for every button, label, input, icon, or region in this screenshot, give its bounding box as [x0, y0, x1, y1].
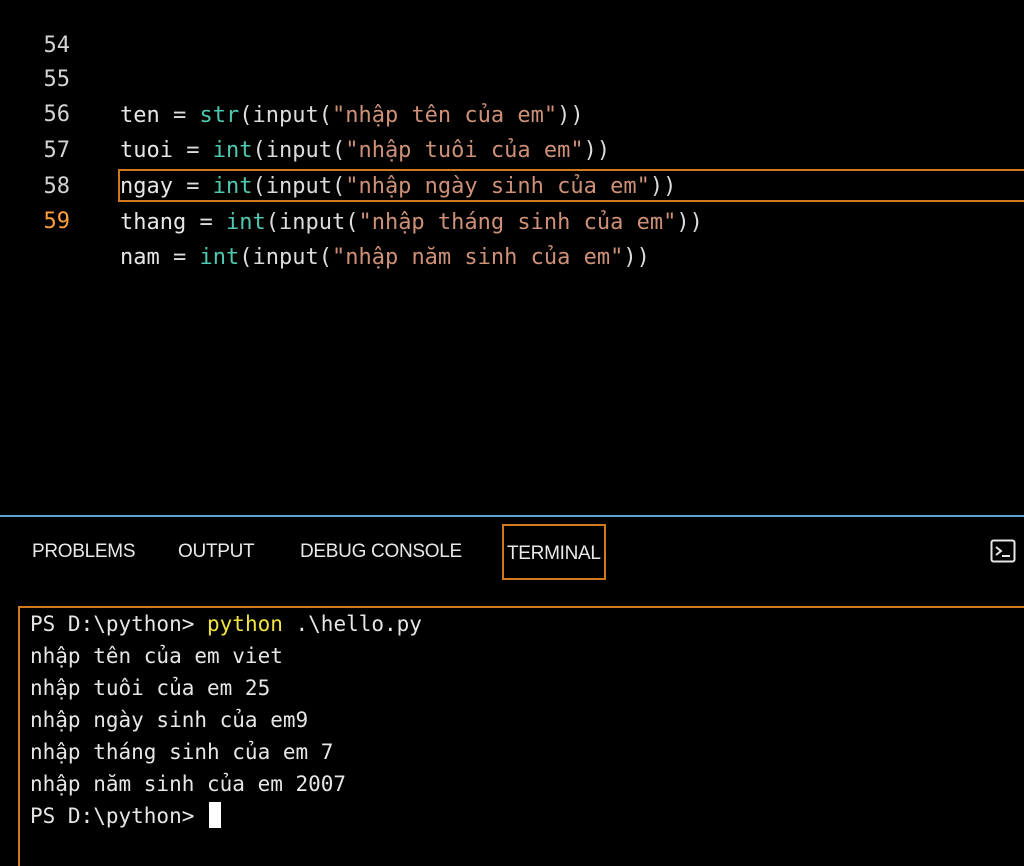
- terminal-cursor: [209, 802, 222, 828]
- line-number-active: 59: [43, 209, 71, 234]
- close-parens: )): [623, 245, 650, 270]
- terminal-prompt: PS D:\python>: [30, 804, 208, 828]
- terminal-icon[interactable]: [990, 539, 1016, 563]
- assign-op: =: [159, 245, 200, 270]
- variable-name: nam: [120, 245, 160, 270]
- terminal-output-line: nhập ngày sinh của em9: [30, 708, 309, 732]
- terminal-output-line: nhập năm sinh của em 2007: [30, 772, 347, 796]
- vscode-window: 54 55 ten = str(input("nhập tên của em")…: [0, 0, 1024, 866]
- code-line-56[interactable]: 56 tuoi = int(input("nhập tuôi của em")): [0, 61, 1024, 163]
- code-editor[interactable]: 54 55 ten = str(input("nhập tên của em")…: [0, 0, 1024, 515]
- terminal-output-line: nhập tên của em viet: [30, 644, 283, 668]
- string-literal: "nhập tháng sinh của em": [358, 210, 677, 235]
- code-line-58[interactable]: 58 thang = int(input("nhập tháng sinh củ…: [0, 133, 1024, 235]
- input-call: (input(: [239, 245, 332, 270]
- type-call: int: [199, 245, 240, 270]
- bottom-panel: PROBLEMS OUTPUT DEBUG CONSOLE TERMINAL P…: [0, 517, 1024, 866]
- close-parens: )): [676, 210, 703, 235]
- terminal-view[interactable]: PS D:\python> python .\hello.py nhập tên…: [18, 606, 1024, 866]
- code-text: thang = int(input("nhập tháng sinh của e…: [120, 205, 703, 241]
- tab-terminal[interactable]: TERMINAL: [502, 524, 606, 580]
- terminal-command-args: .\hello.py: [282, 612, 422, 636]
- tab-problems[interactable]: PROBLEMS: [32, 539, 135, 565]
- assign-op: =: [186, 210, 226, 235]
- string-literal: "nhập năm sinh của em": [331, 245, 624, 270]
- code-line-57[interactable]: 57 ngay = int(input("nhập ngày sinh của …: [0, 97, 1024, 199]
- terminal-output-line: nhập tuôi của em 25: [30, 676, 271, 700]
- type-call: int: [225, 210, 266, 235]
- terminal-output-line: nhập tháng sinh của em 7: [30, 740, 334, 764]
- terminal-command-line: PS D:\python> python .\hello.py: [30, 608, 422, 640]
- code-line-59[interactable]: 59 nam = int(input("nhập năm sinh của em…: [0, 168, 1024, 270]
- terminal-input-line[interactable]: PS D:\python>: [30, 800, 222, 832]
- tab-debug-console[interactable]: DEBUG CONSOLE: [300, 539, 462, 565]
- tab-output[interactable]: OUTPUT: [178, 539, 255, 565]
- terminal-command: python: [207, 612, 283, 636]
- code-text: nam = int(input("nhập năm sinh của em")): [120, 240, 650, 276]
- code-line-55[interactable]: 55 ten = str(input("nhập tên của em")): [0, 26, 1024, 128]
- variable-name: thang: [120, 210, 187, 235]
- terminal-prompt: PS D:\python>: [30, 612, 208, 636]
- code-line-54[interactable]: 54: [0, 0, 1024, 58]
- input-call: (input(: [265, 210, 359, 235]
